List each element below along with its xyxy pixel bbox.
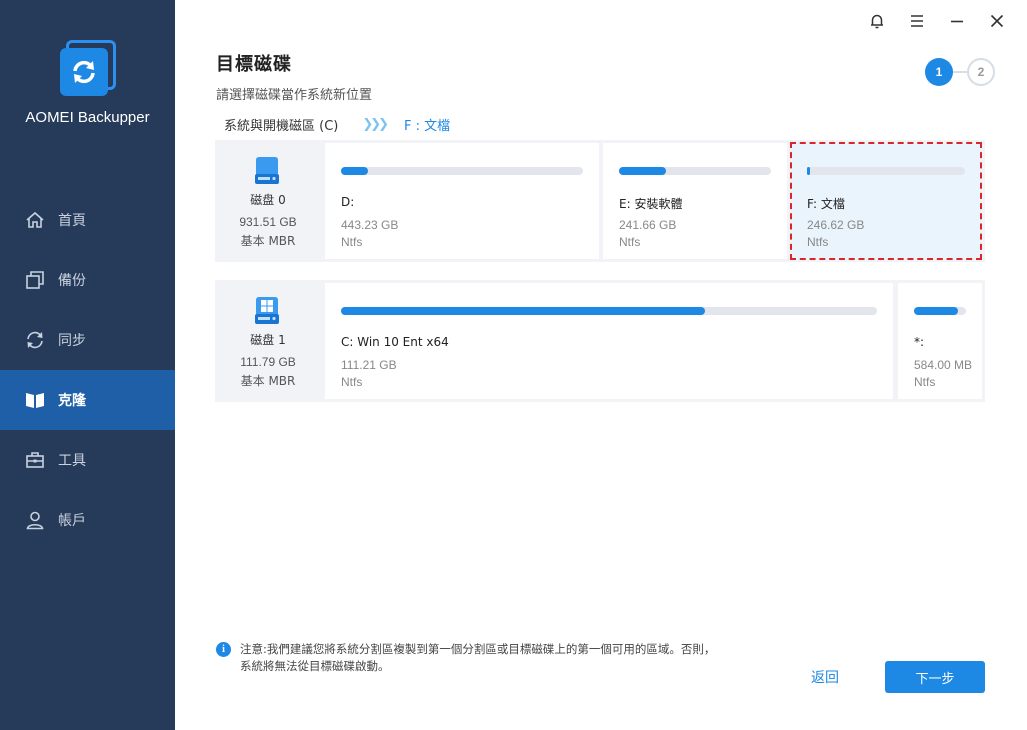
sidebar-item-home[interactable]: 首頁	[0, 190, 175, 250]
info-icon: i	[216, 642, 231, 657]
partition-size: 443.23 GB	[341, 218, 399, 232]
page-subtitle: 請選擇磁碟當作系統新位置	[216, 88, 373, 103]
sync-logo-icon	[73, 60, 95, 84]
breadcrumb-arrows-icon: ❯❯❯	[362, 117, 389, 132]
usage-bar	[807, 167, 965, 175]
partition-filesystem: Ntfs	[619, 235, 641, 249]
sidebar-item-label: 首頁	[58, 213, 86, 229]
step-indicator: 1 2	[925, 58, 997, 86]
window-controls	[857, 10, 1017, 32]
disk-info: 磁盘 1 111.79 GB 基本 MBR	[215, 280, 321, 402]
disk-name: 磁盘 1	[250, 333, 286, 347]
partition-filesystem: Ntfs	[807, 235, 829, 249]
clone-icon	[24, 389, 46, 411]
sidebar-item-label: 同步	[58, 333, 86, 349]
partition-card[interactable]: *: 584.00 MB Ntfs	[898, 283, 982, 399]
system-disk-icon	[255, 297, 279, 324]
usage-bar-fill	[341, 307, 706, 315]
sidebar-item-sync[interactable]: 同步	[0, 310, 175, 370]
usage-bar	[341, 307, 877, 315]
partition-card[interactable]: E: 安裝軟體 241.66 GB Ntfs	[603, 143, 787, 259]
partition-size: 584.00 MB	[914, 358, 973, 372]
usage-bar-fill	[807, 167, 811, 175]
sidebar-item-label: 帳戶	[58, 513, 86, 529]
breadcrumb-source: 系統與開機磁區 (C)	[224, 119, 339, 134]
step-1: 1	[925, 58, 953, 86]
sidebar-item-label: 備份	[58, 273, 86, 289]
usage-bar	[341, 167, 583, 175]
partition-filesystem: Ntfs	[341, 375, 363, 389]
disk-size: 111.79 GB	[240, 355, 296, 369]
usage-bar-fill	[341, 167, 368, 175]
disk-name: 磁盘 0	[250, 193, 286, 207]
disk-icon	[255, 157, 279, 184]
account-icon	[24, 509, 46, 531]
sync-icon	[24, 329, 46, 351]
disk-type: 基本 MBR	[240, 234, 296, 248]
partition-size: 246.62 GB	[807, 218, 865, 232]
sidebar-item-backup[interactable]: 備份	[0, 250, 175, 310]
sidebar-item-clone[interactable]: 克隆	[0, 370, 175, 430]
menu-icon[interactable]	[897, 10, 937, 32]
breadcrumb: 系統與開機磁區 (C) ❯❯❯ F : 文檔	[224, 115, 450, 134]
partition-name: *:	[914, 335, 925, 349]
minimize-icon[interactable]	[937, 10, 977, 32]
bell-icon[interactable]	[857, 10, 897, 32]
sidebar-item-label: 克隆	[58, 393, 86, 409]
breadcrumb-target: F : 文檔	[404, 119, 451, 134]
partition-card[interactable]: C: Win 10 Ent x64 111.21 GB Ntfs	[325, 283, 893, 399]
partition-name: F: 文檔	[807, 197, 845, 211]
disk-type: 基本 MBR	[240, 374, 296, 388]
partition-filesystem: Ntfs	[341, 235, 363, 249]
step-2: 2	[967, 58, 995, 86]
sidebar-nav: 首頁 備份 同步 克隆 工具 帳戶	[0, 190, 175, 550]
tools-icon	[24, 449, 46, 471]
sidebar-item-account[interactable]: 帳戶	[0, 490, 175, 550]
partition-name: C: Win 10 Ent x64	[341, 335, 449, 349]
sidebar-item-tools[interactable]: 工具	[0, 430, 175, 490]
disk-info: 磁盘 0 931.51 GB 基本 MBR	[215, 140, 321, 262]
sidebar-item-label: 工具	[58, 453, 86, 469]
app-name: AOMEI Backupper	[25, 109, 150, 126]
partition-card[interactable]: D: 443.23 GB Ntfs	[325, 143, 599, 259]
usage-bar-fill	[914, 307, 959, 315]
warning-note-text: 注意:我們建議您將系統分割區複製到第一個分割區或目標磁碟上的第一個可用的區域。否…	[240, 642, 716, 673]
disk-size: 931.51 GB	[239, 215, 297, 229]
warning-note: i 注意:我們建議您將系統分割區複製到第一個分割區或目標磁碟上的第一個可用的區域…	[216, 641, 716, 675]
usage-bar	[914, 307, 966, 315]
partition-size: 111.21 GB	[341, 358, 397, 372]
app-logo	[58, 40, 118, 100]
partition-name: D:	[341, 195, 355, 209]
partition-size: 241.66 GB	[619, 218, 677, 232]
back-button[interactable]: 返回	[800, 667, 850, 687]
usage-bar-fill	[619, 167, 667, 175]
usage-bar	[619, 167, 771, 175]
home-icon	[24, 209, 46, 231]
page-title: 目標磁碟	[216, 54, 292, 75]
sidebar: AOMEI Backupper 首頁 備份 同步 克隆 工具 帳戶	[0, 0, 175, 730]
backup-icon	[24, 269, 46, 291]
partition-card-selected[interactable]: F: 文檔 246.62 GB Ntfs	[790, 142, 982, 260]
partition-name: E: 安裝軟體	[619, 197, 683, 211]
next-button[interactable]: 下一步	[885, 661, 985, 693]
disk-row: 磁盘 1 111.79 GB 基本 MBR C: Win 10 Ent x64 …	[215, 280, 985, 402]
close-icon[interactable]	[977, 10, 1017, 32]
step-connector	[953, 71, 967, 73]
partition-filesystem: Ntfs	[914, 375, 936, 389]
disk-row: 磁盘 0 931.51 GB 基本 MBR D: 443.23 GB Ntfs …	[215, 140, 985, 262]
